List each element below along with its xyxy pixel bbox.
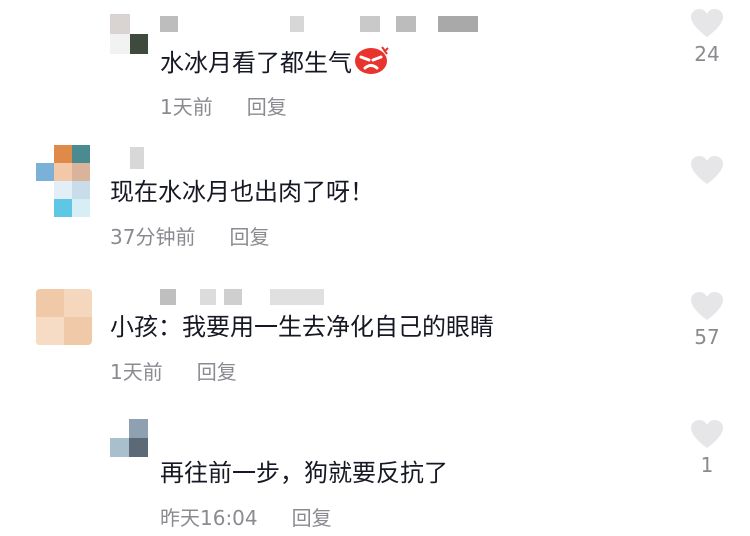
like-button[interactable]: 57: [687, 291, 727, 349]
avatar[interactable]: [36, 289, 92, 345]
angry-face-emoji-icon: [354, 45, 390, 83]
comment-text: 小孩：我要用一生去净化自己的眼睛: [110, 311, 494, 343]
comment-time: 昨天16:04: [160, 506, 258, 530]
comment-text: 现在水冰月也出肉了呀！: [110, 176, 374, 208]
comment-text-content: 现在水冰月也出肉了呀！: [110, 178, 374, 206]
comment-meta: 37分钟前 回复: [110, 224, 269, 250]
comment-text-content: 水冰月看了都生气: [160, 49, 352, 77]
comment-time: 1天前: [110, 360, 163, 384]
comment-text-content: 再往前一步，狗就要反抗了: [160, 459, 448, 487]
like-button[interactable]: [687, 155, 727, 189]
heart-icon: [691, 156, 723, 184]
comment-item: 再往前一步，狗就要反抗了 昨天16:04 回复 1: [0, 405, 750, 536]
like-button[interactable]: 24: [687, 8, 727, 66]
comment-text: 再往前一步，狗就要反抗了: [160, 457, 448, 489]
comment-text: 水冰月看了都生气: [160, 45, 390, 83]
like-count: 24: [694, 42, 720, 66]
like-count: 1: [700, 453, 714, 477]
comment-time: 37分钟前: [110, 225, 196, 249]
like-button[interactable]: 1: [687, 419, 727, 477]
like-count: 57: [694, 325, 720, 349]
comment-item: 水冰月看了都生气 1天前 回复 24: [0, 0, 750, 135]
username-blurred[interactable]: [160, 289, 360, 305]
avatar[interactable]: [110, 14, 148, 54]
comment-item: 小孩：我要用一生去净化自己的眼睛 1天前 回复 57: [0, 275, 750, 405]
comment-text-content: 小孩：我要用一生去净化自己的眼睛: [110, 313, 494, 341]
reply-button[interactable]: 回复: [292, 506, 332, 530]
username-blurred[interactable]: [112, 147, 152, 169]
heart-icon: [691, 9, 723, 37]
username-blurred[interactable]: [160, 16, 480, 32]
avatar[interactable]: [110, 419, 148, 457]
comment-item: 现在水冰月也出肉了呀！ 37分钟前 回复: [0, 135, 750, 275]
comment-meta: 1天前 回复: [160, 94, 287, 120]
reply-button[interactable]: 回复: [247, 95, 287, 119]
comment-meta: 1天前 回复: [110, 359, 237, 385]
heart-icon: [691, 420, 723, 448]
username-blurred[interactable]: [160, 423, 180, 439]
avatar[interactable]: [36, 145, 92, 217]
comment-time: 1天前: [160, 95, 213, 119]
comment-meta: 昨天16:04 回复: [160, 505, 332, 531]
reply-button[interactable]: 回复: [197, 360, 237, 384]
reply-button[interactable]: 回复: [229, 225, 269, 249]
heart-icon: [691, 292, 723, 320]
